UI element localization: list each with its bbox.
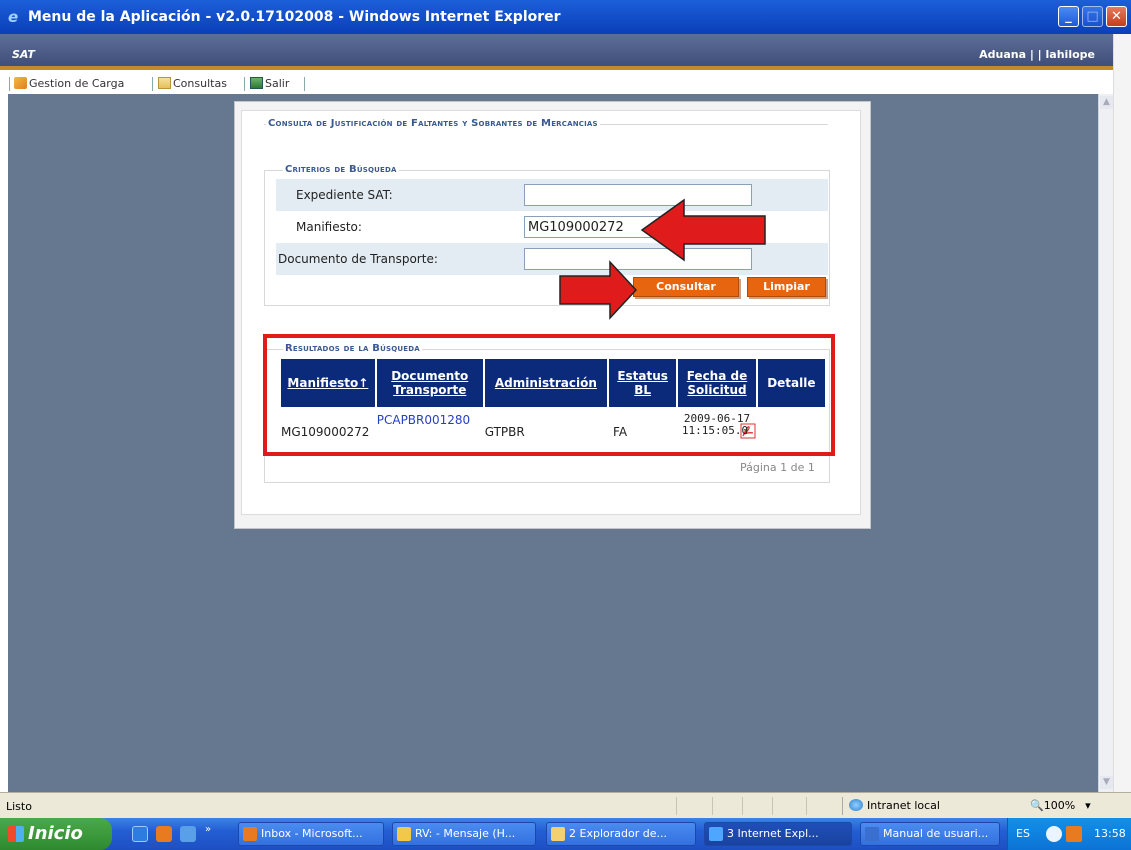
col-documento[interactable]: Documento Transporte bbox=[376, 359, 483, 407]
close-button[interactable]: ✕ bbox=[1106, 6, 1127, 27]
col-estatus[interactable]: Estatus BL bbox=[609, 359, 677, 407]
scroll-up-arrow-icon[interactable]: ▲ bbox=[1100, 96, 1113, 109]
start-label: Inicio bbox=[28, 823, 83, 844]
window-title: Menu de la Aplicación - v2.0.17102008 - … bbox=[28, 9, 561, 25]
window-titlebar: e Menu de la Aplicación - v2.0.17102008 … bbox=[0, 0, 1131, 34]
cell-fecha: 2009-06-17 11:15:05.0 bbox=[678, 407, 755, 442]
menu-item-label: Consultas bbox=[173, 77, 227, 90]
cell-detalle bbox=[740, 407, 825, 442]
zoom-icon: 🔍 bbox=[1030, 799, 1044, 812]
annotation-arrow-left-icon bbox=[640, 198, 766, 262]
outlook-quicklaunch-icon[interactable] bbox=[156, 826, 172, 842]
menu-bar: Gestion de Carga Consultas Salir bbox=[0, 74, 1113, 94]
consultar-button[interactable]: Consultar bbox=[633, 277, 739, 297]
annotation-arrow-right-icon bbox=[559, 260, 638, 320]
security-zone: Intranet local bbox=[842, 797, 940, 815]
col-administracion-label: Administración bbox=[494, 376, 597, 390]
cell-documento-link[interactable]: PCAPBR001280 bbox=[377, 407, 483, 442]
scroll-down-arrow-icon[interactable]: ▼ bbox=[1100, 776, 1113, 789]
manifiesto-label: Manifiesto: bbox=[296, 220, 362, 234]
menu-item-consultas[interactable]: Consultas bbox=[158, 77, 227, 90]
col-administracion[interactable]: Administración bbox=[484, 359, 608, 407]
windows-flag-icon bbox=[8, 826, 24, 842]
ie-icon: e bbox=[8, 8, 19, 26]
browser-quicklaunch-icon[interactable] bbox=[180, 826, 196, 842]
system-tray: ES 13:58 bbox=[1007, 818, 1131, 850]
menu-item-label: Gestion de Carga bbox=[29, 77, 125, 90]
tray-outlook-icon[interactable] bbox=[1066, 826, 1082, 842]
taskbar-item-inbox[interactable]: Inbox - Microsoft... bbox=[238, 822, 384, 846]
results-title: Resultados de la Búsqueda bbox=[283, 343, 422, 354]
col-documento-label: Documento Transporte bbox=[391, 369, 469, 397]
taskbar-item-label: Manual de usuari... bbox=[883, 827, 989, 840]
col-manifiesto-label: Manifiesto↑ bbox=[287, 376, 369, 390]
col-detalle: Detalle bbox=[757, 359, 825, 407]
tray-arrow-icon[interactable] bbox=[1046, 826, 1062, 842]
col-fecha[interactable]: Fecha de Solicitud bbox=[678, 359, 756, 407]
cell-administracion: GTPBR bbox=[484, 425, 525, 439]
quicklaunch-more-icon[interactable]: » bbox=[205, 824, 211, 835]
limpiar-button[interactable]: Limpiar bbox=[747, 277, 826, 297]
status-text: Listo bbox=[6, 800, 32, 813]
taskbar-item-manual[interactable]: Manual de usuari... bbox=[860, 822, 1000, 846]
inner-scrollbar[interactable]: ▲ ▼ bbox=[1098, 94, 1113, 792]
taskbar-item-label: RV: - Mensaje (H... bbox=[415, 827, 516, 840]
ie-quicklaunch-icon[interactable] bbox=[132, 826, 148, 842]
language-indicator[interactable]: ES bbox=[1016, 827, 1030, 840]
col-fecha-label: Fecha de Solicitud bbox=[686, 369, 748, 397]
cell-estatus: FA bbox=[613, 425, 628, 439]
folder-icon bbox=[158, 77, 171, 89]
fecha-time: 11:15:05.0 bbox=[681, 424, 749, 437]
taskbar-item-internet-explorer[interactable]: 3 Internet Expl... bbox=[704, 822, 852, 846]
zoom-control[interactable]: 🔍100% ▾ bbox=[1030, 797, 1091, 815]
user-info: Aduana | | lahilope bbox=[979, 48, 1095, 61]
col-estatus-label: Estatus BL bbox=[617, 369, 668, 397]
zoom-value: 100% bbox=[1043, 799, 1076, 812]
minimize-button[interactable]: _ bbox=[1058, 6, 1079, 27]
status-bar: Listo Intranet local 🔍100% ▾ bbox=[0, 792, 1131, 818]
taskbar: Inicio » Inbox - Microsoft... RV: - Mens… bbox=[0, 818, 1131, 850]
cargo-icon bbox=[14, 77, 27, 89]
pager: Página 1 de 1 bbox=[740, 461, 815, 474]
intranet-icon bbox=[849, 799, 863, 811]
maximize-button[interactable]: □ bbox=[1082, 6, 1103, 27]
menu-item-gestion-de-carga[interactable]: Gestion de Carga bbox=[14, 77, 124, 90]
results-table: Manifiesto↑ Documento Transporte Adminis… bbox=[279, 359, 827, 442]
cell-manifiesto: MG109000272 bbox=[281, 425, 370, 439]
window-scrollbar[interactable] bbox=[1113, 34, 1131, 792]
expediente-label: Expediente SAT: bbox=[296, 188, 393, 202]
taskbar-item-label: 3 Internet Expl... bbox=[727, 827, 819, 840]
exit-icon bbox=[250, 77, 263, 89]
documento-label: Documento de Transporte: bbox=[278, 252, 438, 266]
zone-label: Intranet local bbox=[867, 799, 940, 812]
chevron-down-icon: ▾ bbox=[1085, 799, 1091, 812]
taskbar-item-label: 2 Explorador de... bbox=[569, 827, 667, 840]
taskbar-item-mensaje[interactable]: RV: - Mensaje (H... bbox=[392, 822, 536, 846]
criteria-title: Criterios de Búsqueda bbox=[283, 164, 399, 175]
menu-item-salir[interactable]: Salir bbox=[250, 77, 289, 90]
menu-item-label: Salir bbox=[265, 77, 290, 90]
sat-logo: SAT bbox=[12, 48, 35, 61]
taskbar-item-explorador[interactable]: 2 Explorador de... bbox=[546, 822, 696, 846]
app-header: SAT Aduana | | lahilope bbox=[0, 34, 1113, 70]
page-title: Consulta de Justificación de Faltantes y… bbox=[266, 118, 600, 129]
col-manifiesto[interactable]: Manifiesto↑ bbox=[281, 359, 375, 407]
col-detalle-label: Detalle bbox=[767, 376, 816, 390]
clock: 13:58 bbox=[1094, 827, 1126, 840]
start-button[interactable]: Inicio bbox=[0, 818, 112, 850]
table-row: MG109000272 PCAPBR001280 GTPBR FA 2009-0… bbox=[281, 407, 825, 442]
taskbar-item-label: Inbox - Microsoft... bbox=[261, 827, 363, 840]
